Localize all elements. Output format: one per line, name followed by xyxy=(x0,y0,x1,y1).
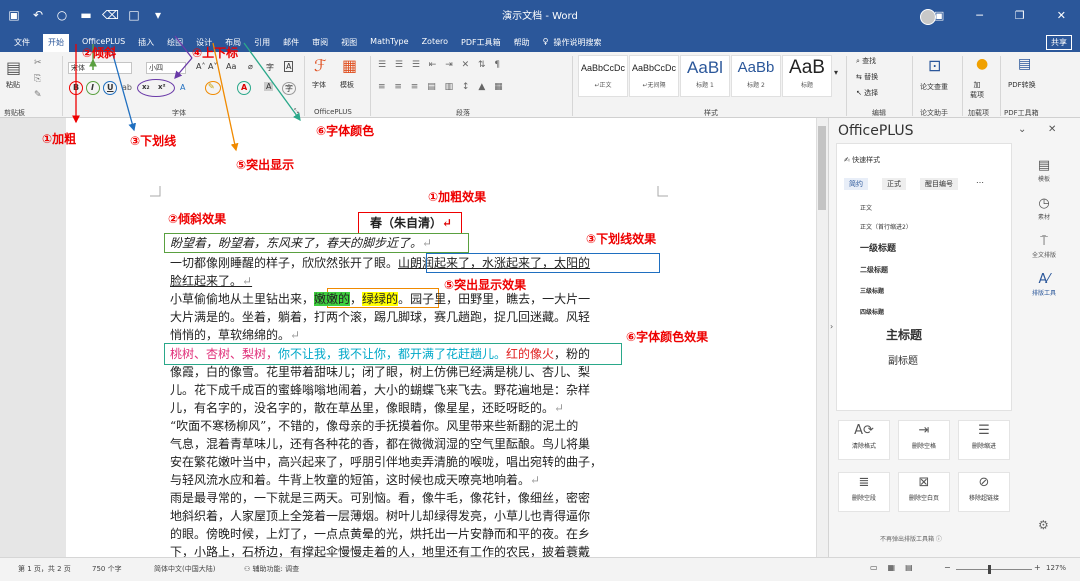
style-tab-formal[interactable]: 正式 xyxy=(882,178,906,190)
annotation-fontcolor-effect: ⑥字体颜色效果 xyxy=(626,330,709,344)
remove-blank-page-icon: ⊠ xyxy=(918,475,930,490)
doc-line-8[interactable]: 像霞，白的像雪。花里带着甜味儿；闭了眼，树上仿佛已经满是桃儿、杏儿、梨 xyxy=(170,363,590,381)
remove-spaces-tool[interactable]: ⇥ 删除空格 xyxy=(898,420,950,460)
doc-line-5[interactable]: 大片满是的。坐着，躺着，打两个滚，踢几脚球，赛几趟跑，捉几回迷藏。风轻 xyxy=(170,308,590,326)
doc-line-1[interactable]: 盼望着，盼望着，东风来了，春天的脚步近了。↵ xyxy=(170,234,432,252)
pane-style-indent[interactable]: 正文（首行缩进2） xyxy=(860,222,912,231)
accessibility-icon: ⚇ xyxy=(244,565,251,573)
doc-line-13[interactable]: 安在繁花嫩叶当中，高兴起来了，呼朋引伴地卖弄清脆的喉咙，唱出宛转的曲子， xyxy=(170,453,602,471)
zoom-in-icon[interactable]: + xyxy=(1034,563,1041,572)
zoom-out-icon[interactable]: − xyxy=(944,563,951,572)
style-tab-numbered[interactable]: 醒目编号 xyxy=(920,178,958,190)
pane-style-h3[interactable]: 三级标题 xyxy=(860,286,884,295)
remove-indent-icon: ☰ xyxy=(978,423,990,438)
quick-styles-label: ✍ 快速样式 xyxy=(844,156,881,164)
pane-close-icon[interactable]: ✕ xyxy=(1048,124,1056,135)
remove-spaces-icon: ⇥ xyxy=(918,423,930,438)
doc-line-17[interactable]: 的眼。傍晚时候，上灯了，一点点黄晕的光，烘托出一片安静而和平的夜。在乡 xyxy=(170,525,590,543)
annotation-italic: ②倾斜 xyxy=(82,46,117,60)
remove-indent-tool[interactable]: ☰ 删除缩进 xyxy=(958,420,1010,460)
zoom-slider-thumb[interactable] xyxy=(988,565,991,574)
doc-line-10[interactable]: 儿，有名字的，没名字的，散在草丛里，像眼睛，像星星，还眨呀眨的。↵ xyxy=(170,399,564,417)
view-buttons[interactable]: ▭▦▤ xyxy=(870,563,923,572)
clear-format-tool[interactable]: A⟳ 清除格式 xyxy=(838,420,890,460)
pane-style-normal[interactable]: 正文 xyxy=(860,203,872,212)
side-materials[interactable]: ◷ 素材 xyxy=(1028,196,1060,221)
doc-line-11[interactable]: “吹面不寒杨柳风”，不错的，像母亲的手抚摸着你。风里带来些新翻的泥土的 xyxy=(170,417,578,435)
annotation-italic-effect: ②倾斜效果 xyxy=(168,212,227,226)
remove-blank-page-tool[interactable]: ⊠ 删除空白页 xyxy=(898,472,950,512)
word-count[interactable]: 750 个字 xyxy=(92,564,122,574)
annotation-supsub: ④上下标 xyxy=(192,46,239,60)
side-full-layout[interactable]: ⍑ 全文排版 xyxy=(1028,234,1060,259)
doc-line-6[interactable]: 悄悄的，草软绵绵的。↵ xyxy=(170,326,300,344)
annotation-underline-effect: ③下划线效果 xyxy=(586,232,657,246)
doc-line-4[interactable]: 小草偷偷地从土里钻出来，嫩嫩的，绿绿的。园子里，田野里，瞧去，一大片一 xyxy=(170,290,590,308)
pane-style-h4[interactable]: 四级标题 xyxy=(860,307,884,316)
annotation-highlight: ⑤突出显示 xyxy=(236,158,295,172)
doc-line-7[interactable]: 桃树、杏树、梨树，你不让我，我不让你，都开满了花赶趟儿。红的像火，粉的 xyxy=(170,345,590,363)
side-templates[interactable]: ▤ 模板 xyxy=(1028,158,1060,183)
shirt-icon: ⍑ xyxy=(1040,234,1048,249)
style-tab-simple[interactable]: 简约 xyxy=(844,178,868,190)
doc-line-18[interactable]: 下，小路上，石桥边，有撑起伞慢慢走着的人，地里还有工作的农民，披着蓑戴 xyxy=(170,543,590,557)
doc-line-15[interactable]: 雨是最寻常的，一下就是三两天。可别恼。看，像牛毛，像花针，像细丝，密密 xyxy=(170,489,590,507)
doc-line-3[interactable]: 脸红起来了。↵ xyxy=(170,272,252,290)
status-bar: 第 1 页，共 2 页 750 个字 简体中文(中国大陆) ⚇ 辅助功能: 调查… xyxy=(0,557,1080,581)
clock-icon: ◷ xyxy=(1038,196,1050,211)
page-count[interactable]: 第 1 页，共 2 页 xyxy=(18,564,71,574)
side-layout-tools[interactable]: A⁄ 排版工具 xyxy=(1028,272,1060,297)
language[interactable]: 简体中文(中国大陆) xyxy=(154,564,215,574)
pane-style-h2[interactable]: 二级标题 xyxy=(860,265,888,275)
doc-title[interactable]: 春（朱自清）↵ xyxy=(370,214,452,232)
template-side-icon: ▤ xyxy=(1037,158,1051,173)
pane-options-icon[interactable]: ⌄ xyxy=(1018,124,1026,135)
annotation-bold: ①加粗 xyxy=(42,132,77,146)
pane-style-h1[interactable]: 一级标题 xyxy=(860,241,896,254)
pane-style-main-title[interactable]: 主标题 xyxy=(886,326,922,343)
pane-collapse-icon[interactable]: › xyxy=(830,322,833,331)
layout-tool-icon: A⁄ xyxy=(1038,272,1050,287)
zoom-slider[interactable] xyxy=(956,569,1032,570)
accessibility-status[interactable]: ⚇ 辅助功能: 调查 xyxy=(244,564,299,574)
underline-effect-box xyxy=(426,253,660,273)
doc-line-12[interactable]: 气息，混着青草味儿，还有各种花的香，都在微微润湿的空气里酝酿。鸟儿将巢 xyxy=(170,435,590,453)
zoom-level[interactable]: 127% xyxy=(1046,564,1066,572)
doc-line-16[interactable]: 地斜织着，人家屋顶上全笼着一层薄烟。树叶儿却绿得发亮，小草儿也青得逼你 xyxy=(170,507,590,525)
pane-title: OfficePLUS xyxy=(838,123,914,139)
annotation-bold-effect: ①加粗效果 xyxy=(428,190,487,204)
remove-hyperlink-icon: ⊘ xyxy=(978,475,990,490)
clear-format-tool-icon: A⟳ xyxy=(854,423,874,438)
brush-icon: ✍ xyxy=(844,156,850,164)
settings-gear-icon[interactable]: ⚙ xyxy=(1038,518,1049,532)
remove-empty-para-tool[interactable]: ≣ 删除空段 xyxy=(838,472,890,512)
style-tab-more[interactable]: … xyxy=(976,176,984,185)
doc-line-9[interactable]: 儿。花下成千成百的蜜蜂嗡嗡地闹着，大小的蝴蝶飞来飞去。野花遍地是：杂样 xyxy=(170,381,590,399)
doc-line-14[interactable]: 与轻风流水应和着。牛背上牧童的短笛，这时候也成天嘹亮地响着。↵ xyxy=(170,471,540,489)
pane-footer[interactable]: 不再弹出排版工具箱 ⓘ xyxy=(880,534,942,543)
annotation-fontcolor: ⑥字体颜色 xyxy=(316,124,375,138)
remove-empty-para-icon: ≣ xyxy=(858,475,870,490)
remove-hyperlink-tool[interactable]: ⊘ 移除超链接 xyxy=(958,472,1010,512)
pane-style-subtitle[interactable]: 副标题 xyxy=(888,352,918,367)
annotation-underline: ③下划线 xyxy=(130,134,177,148)
